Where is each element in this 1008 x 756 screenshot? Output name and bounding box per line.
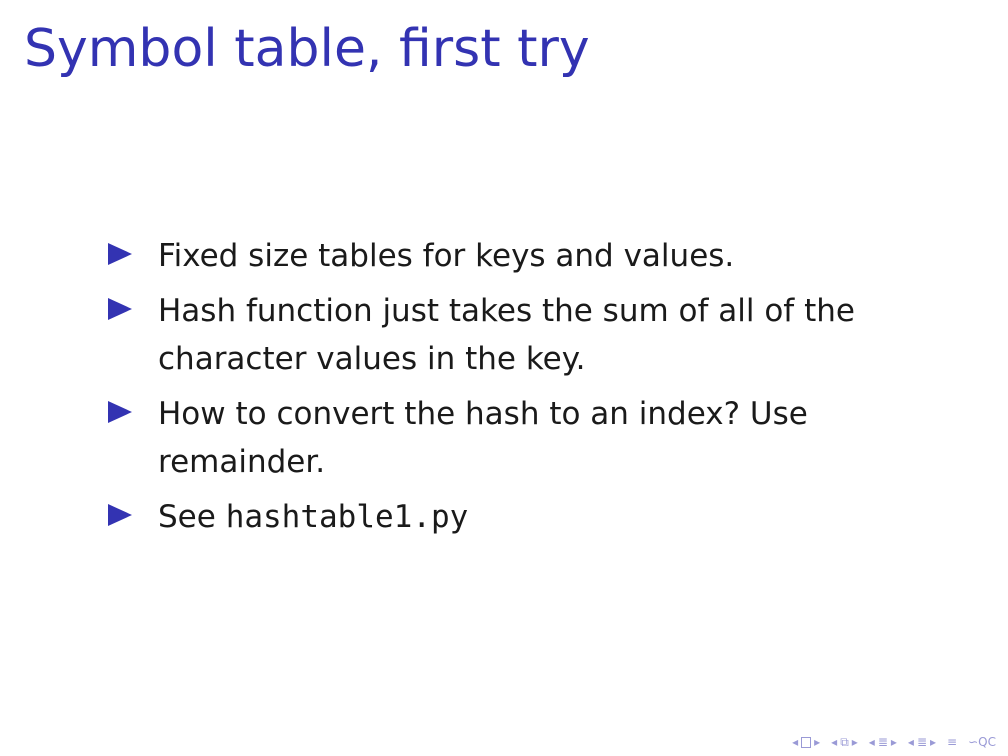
triangle-bullet-icon	[108, 504, 132, 526]
frame-nav: ◂ ▸	[792, 734, 820, 750]
subsection-nav: ◂ ⧉ ▸	[831, 734, 858, 750]
subsection-icon[interactable]: ⧉	[840, 734, 849, 750]
appendix-nav: ≡	[947, 734, 957, 750]
bullet-text-prefix: See	[158, 499, 226, 535]
nav-left-arrow-icon[interactable]: ◂	[869, 734, 875, 750]
section-icon[interactable]: ≣	[878, 734, 888, 750]
bullet-item: How to convert the hash to an index? Use…	[108, 390, 908, 486]
nav-right-arrow-icon[interactable]: ▸	[814, 734, 820, 750]
search-icon[interactable]: ∽QC	[968, 734, 996, 750]
frame-box-icon[interactable]	[801, 736, 812, 748]
nav-right-arrow-icon[interactable]: ▸	[891, 734, 897, 750]
bullet-text: Hash function just takes the sum of all …	[158, 293, 855, 377]
bullet-item: See hashtable1.py	[108, 493, 908, 541]
triangle-bullet-icon	[108, 243, 132, 265]
nav-left-arrow-icon[interactable]: ◂	[908, 734, 914, 750]
slide-title: Symbol table, first try	[24, 19, 590, 79]
bullet-item: Hash function just takes the sum of all …	[108, 287, 908, 383]
bullet-list: Fixed size tables for keys and values. H…	[108, 232, 908, 548]
triangle-bullet-icon	[108, 401, 132, 423]
bullet-text: Fixed size tables for keys and values.	[158, 238, 735, 274]
beamer-navigation-bar: ◂ ▸ ◂ ⧉ ▸ ◂ ≣ ▸ ◂ ≣ ▸ ≡ ∽QC	[792, 734, 996, 750]
bullet-item: Fixed size tables for keys and values.	[108, 232, 908, 280]
nav-right-arrow-icon[interactable]: ▸	[930, 734, 936, 750]
nav-right-arrow-icon[interactable]: ▸	[852, 734, 858, 750]
code-filename: hashtable1.py	[225, 499, 469, 535]
document-nav: ◂ ≣ ▸	[908, 734, 936, 750]
bullet-text: How to convert the hash to an index? Use…	[158, 396, 808, 480]
nav-left-arrow-icon[interactable]: ◂	[831, 734, 837, 750]
section-nav: ◂ ≣ ▸	[869, 734, 897, 750]
document-section-icon[interactable]: ≣	[917, 734, 927, 750]
nav-left-arrow-icon[interactable]: ◂	[792, 734, 798, 750]
triangle-bullet-icon	[108, 298, 132, 320]
align-icon[interactable]: ≡	[947, 734, 957, 750]
